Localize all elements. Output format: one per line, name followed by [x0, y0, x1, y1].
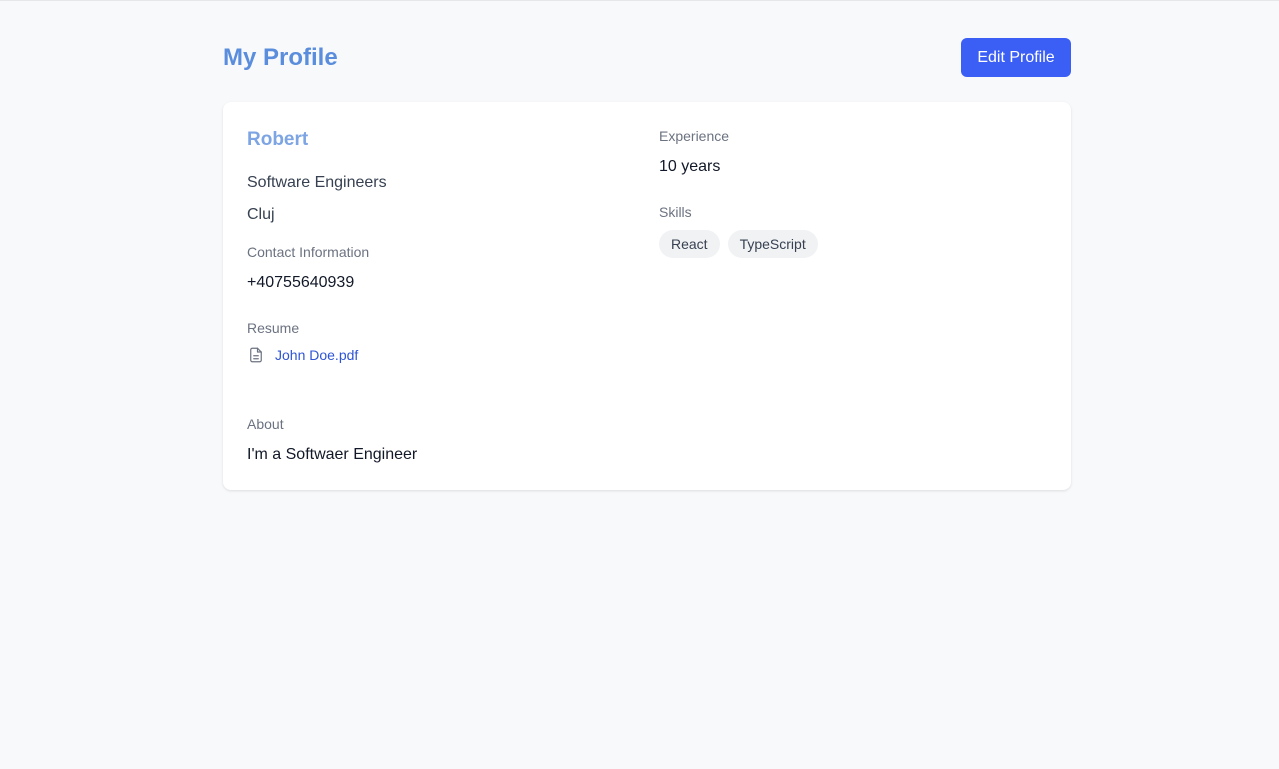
page-title: My Profile	[223, 44, 338, 71]
edit-profile-button[interactable]: Edit Profile	[961, 38, 1071, 77]
skill-chip: React	[659, 230, 720, 258]
experience-value: 10 years	[659, 158, 721, 175]
skill-chip: TypeScript	[727, 230, 818, 258]
profile-name: Robert	[247, 129, 309, 150]
file-text-icon	[247, 346, 265, 364]
experience-label: Experience	[659, 128, 730, 144]
about-label: About	[247, 416, 284, 432]
profile-location: Cluj	[247, 206, 275, 223]
profile-role: Software Engineers	[247, 174, 387, 191]
resume-label: Resume	[247, 320, 300, 336]
skills-list: React TypeScript	[659, 230, 818, 258]
profile-card: Robert Software Engineers Cluj Contact I…	[223, 102, 1071, 490]
resume-link[interactable]: John Doe.pdf	[247, 346, 358, 364]
skills-label: Skills	[659, 204, 692, 220]
profile-page: My Profile Edit Profile Robert Software …	[223, 0, 1071, 490]
resume-file-name: John Doe.pdf	[275, 347, 359, 363]
about-text: I'm a Softwaer Engineer	[247, 446, 418, 463]
phone-number: +40755640939	[247, 274, 355, 291]
page-header: My Profile Edit Profile	[223, 0, 1071, 102]
contact-information-label: Contact Information	[247, 244, 370, 260]
